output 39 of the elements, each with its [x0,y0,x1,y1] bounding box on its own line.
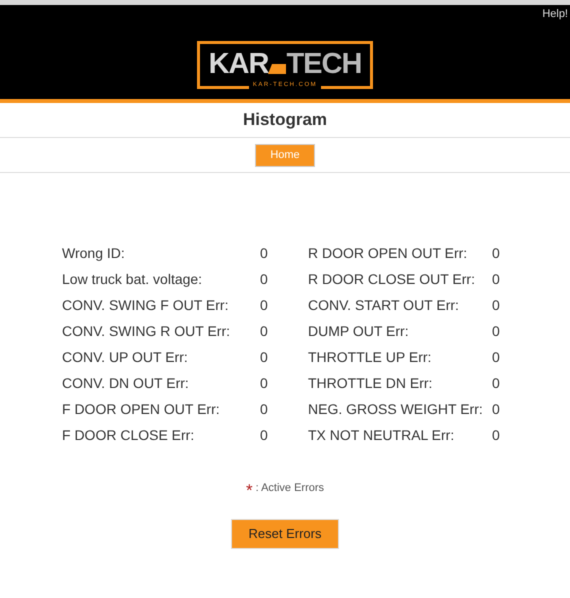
error-label: Wrong ID: [62,244,126,263]
error-count: 0 [492,400,500,418]
error-label: F DOOR CLOSE Err: [62,426,196,444]
error-label: THROTTLE DN Err: [308,374,434,392]
legend-text: : Active Errors [256,481,324,496]
logo-text: TECH [286,50,362,79]
error-label: CONV. SWING R OUT Err: [62,322,232,340]
error-count: 0 [492,244,500,262]
error-label: R DOOR OPEN OUT Err: [308,244,468,262]
error-label: Low truck bat. voltage: [62,270,204,289]
active-mark: * [246,482,253,499]
error-label: CONV. UP OUT Err: [62,348,189,366]
error-count: 0 [260,322,268,340]
error-count: 0 [492,426,500,444]
error-count: 0 [492,374,500,392]
error-count: 0 [492,270,500,288]
error-label: NEG. GROSS WEIGHT Err: [308,400,484,418]
error-label: THROTTLE UP Err: [308,348,432,366]
page-title: Histogram [242,109,328,132]
error-label: TX NOT NEUTRAL Err: [308,426,456,444]
error-label: CONV. SWING F OUT Err: [62,296,230,314]
logo-text: KAR [208,50,268,79]
error-count: 0 [260,296,268,314]
error-count: 0 [260,400,268,418]
error-label: DUMP OUT Err: [308,322,410,340]
error-count: 0 [260,270,268,288]
error-count: 0 [260,374,268,392]
help-link[interactable]: Help! [542,6,568,22]
error-count: 0 [492,348,500,366]
error-count: 0 [492,296,500,314]
reset-errors-button[interactable]: Reset Errors [231,519,339,549]
error-label: CONV. START OUT Err: [308,296,460,314]
error-count: 0 [492,322,500,340]
error-count: 0 [260,244,268,262]
error-count: 0 [260,348,268,366]
error-label: F DOOR OPEN OUT Err: [62,400,221,418]
error-label: CONV. DN OUT Err: [62,374,190,392]
error-label: R DOOR CLOSE OUT Err: [308,270,476,288]
error-count: 0 [260,426,268,444]
